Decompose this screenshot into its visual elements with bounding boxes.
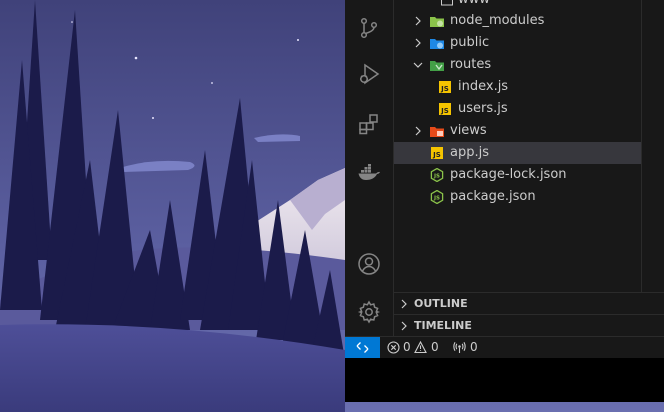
accounts-icon[interactable] bbox=[357, 252, 381, 276]
node-folder-icon bbox=[430, 14, 444, 28]
javascript-file-icon: JS bbox=[438, 102, 452, 116]
error-count: 0 bbox=[403, 340, 411, 354]
status-bar: 0 0 0 bbox=[345, 336, 664, 358]
docker-icon[interactable] bbox=[357, 160, 381, 184]
remote-indicator-button[interactable] bbox=[345, 337, 380, 358]
tree-item-package-json[interactable]: JS package.json bbox=[394, 186, 641, 208]
explorer-panel: www node_modules public bbox=[394, 0, 664, 336]
remote-icon bbox=[356, 342, 369, 353]
ports-count: 0 bbox=[470, 340, 478, 354]
settings-gear-icon[interactable] bbox=[357, 300, 381, 324]
ports-indicator[interactable]: 0 bbox=[453, 337, 483, 358]
broadcast-icon bbox=[453, 341, 466, 353]
tree-item-routes[interactable]: routes bbox=[394, 54, 641, 76]
problems-indicator[interactable]: 0 0 bbox=[387, 337, 443, 358]
chevron-right-icon[interactable] bbox=[410, 32, 426, 54]
extensions-icon[interactable] bbox=[357, 112, 381, 136]
chevron-right-icon[interactable] bbox=[410, 120, 426, 142]
svg-text:JS: JS bbox=[440, 85, 449, 93]
tree-item-views[interactable]: views bbox=[394, 120, 641, 142]
public-folder-icon bbox=[430, 36, 444, 50]
outline-section-header[interactable]: OUTLINE bbox=[394, 292, 664, 315]
tree-item-label: package.json bbox=[450, 189, 536, 204]
svg-text:JS: JS bbox=[440, 107, 449, 115]
warning-icon bbox=[414, 341, 427, 354]
tree-item-package-lock-json[interactable]: JS package-lock.json bbox=[394, 164, 641, 186]
node-json-file-icon: JS bbox=[430, 168, 444, 182]
tree-item-public[interactable]: public bbox=[394, 32, 641, 54]
warning-count: 0 bbox=[431, 340, 439, 354]
tree-item-label: users.js bbox=[458, 101, 508, 116]
tree-item-node-modules[interactable]: node_modules bbox=[394, 10, 641, 32]
section-label: TIMELINE bbox=[414, 319, 472, 332]
svg-text:JS: JS bbox=[432, 151, 441, 159]
chevron-right-icon[interactable] bbox=[396, 315, 412, 337]
chevron-down-icon[interactable] bbox=[410, 54, 426, 76]
tree-item-label: views bbox=[450, 123, 487, 138]
folder-icon bbox=[440, 0, 454, 7]
tree-item-index-js[interactable]: JS index.js bbox=[394, 76, 641, 98]
tree-item-app-js[interactable]: JS app.js bbox=[394, 142, 641, 164]
chevron-right-icon[interactable] bbox=[396, 293, 412, 315]
tree-item-label: routes bbox=[450, 57, 492, 72]
section-label: OUTLINE bbox=[414, 297, 468, 310]
views-folder-icon bbox=[430, 124, 444, 138]
timeline-section-header[interactable]: TIMELINE bbox=[394, 314, 664, 337]
chevron-right-icon[interactable] bbox=[410, 10, 426, 32]
terminal-area bbox=[345, 358, 664, 402]
node-json-file-icon: JS bbox=[430, 190, 444, 204]
error-icon bbox=[387, 341, 400, 354]
tree-item-users-js[interactable]: JS users.js bbox=[394, 98, 641, 120]
vscode-window: www node_modules public bbox=[345, 0, 664, 402]
svg-text:JS: JS bbox=[433, 174, 440, 180]
activity-bar bbox=[345, 0, 394, 336]
source-control-icon[interactable] bbox=[357, 16, 381, 40]
explorer-scrollbar[interactable] bbox=[641, 0, 664, 292]
tree-item-label: public bbox=[450, 35, 490, 50]
run-debug-icon[interactable] bbox=[357, 62, 381, 86]
tree-item-label: app.js bbox=[450, 145, 489, 160]
tree-item-label: index.js bbox=[458, 79, 509, 94]
javascript-file-icon: JS bbox=[438, 80, 452, 94]
tree-item-label: package-lock.json bbox=[450, 167, 567, 182]
svg-text:JS: JS bbox=[433, 196, 440, 202]
tree-item-label: node_modules bbox=[450, 13, 545, 28]
routes-folder-icon bbox=[430, 58, 444, 72]
javascript-file-icon: JS bbox=[430, 146, 444, 160]
